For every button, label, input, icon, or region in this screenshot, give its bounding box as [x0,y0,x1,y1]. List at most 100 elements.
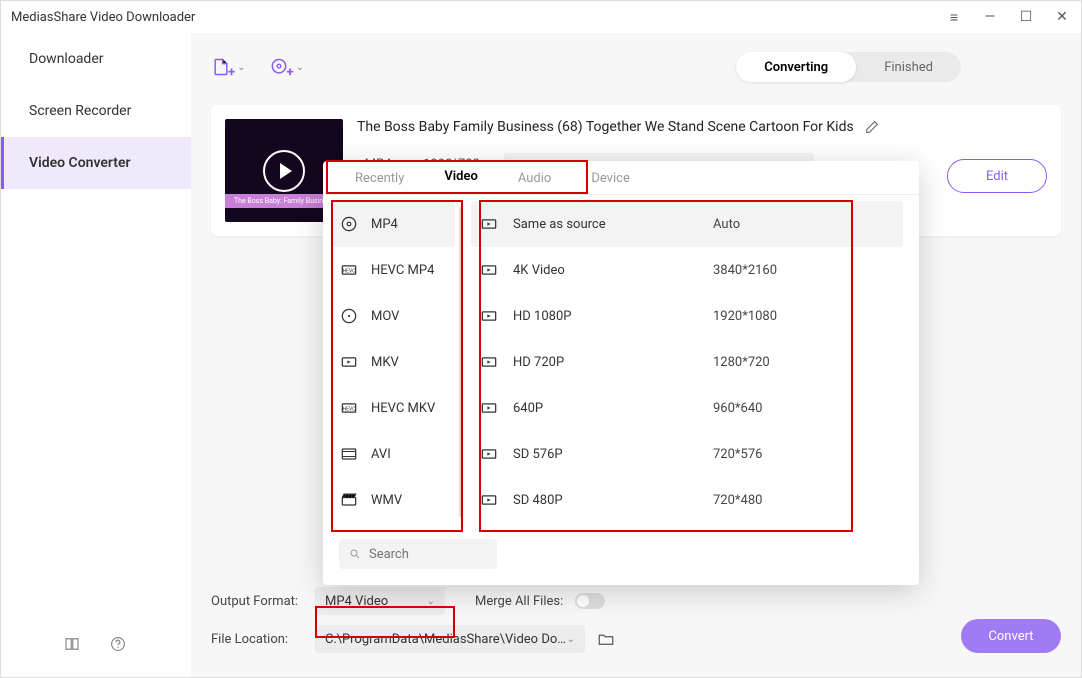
sidebar-item-video-converter[interactable]: Video Converter [1,137,191,189]
search-input[interactable] [369,547,487,562]
chevron-down-icon: ⌄ [237,62,245,73]
resolution-dim: Auto [713,217,740,232]
tab-finished[interactable]: Finished [856,52,961,82]
format-list: MP4 HEVC HEVC MP4 MOV MKV HEVCHEVC MKV AV… [323,195,463,529]
popup-tab-video[interactable]: Video [428,169,494,194]
footer: Output Format: MP4 Video ⌄ Merge All Fil… [211,587,1061,663]
convert-button[interactable]: Convert [961,619,1061,653]
format-item-mkv[interactable]: MKV [331,339,455,385]
popup-search[interactable] [339,539,497,569]
help-icon[interactable] [109,635,127,653]
format-label: WMV [371,493,402,508]
popup-tab-recently[interactable]: Recently [339,171,420,194]
tab-label: Audio [518,171,551,186]
resolution-item[interactable]: SD 576P720*576 [471,431,903,477]
format-item-wmv[interactable]: WMV [331,477,455,523]
popup-tab-device[interactable]: Device [575,171,646,194]
disc-icon [339,306,359,326]
add-url-button[interactable]: + ⌄ [269,55,303,80]
popup-body: MP4 HEVC HEVC MP4 MOV MKV HEVCHEVC MKV AV… [323,195,919,529]
resolution-dim: 720*576 [713,447,762,462]
close-icon[interactable]: ✕ [1053,9,1071,25]
resolution-item[interactable]: 4K Video3840*2160 [471,247,903,293]
format-label: HEVC MP4 [371,263,434,278]
resolution-name: HD 1080P [513,309,713,324]
rename-icon[interactable] [864,119,880,135]
popup-tabs: Recently Video Audio Device [323,161,919,195]
titlebar: MediasShare Video Downloader ≡ — ☐ ✕ [1,1,1081,33]
format-label: MOV [371,309,399,324]
resolution-item[interactable]: Same as sourceAuto [471,201,903,247]
resolution-name: Same as source [513,217,713,232]
edit-button[interactable]: Edit [947,159,1047,193]
video-icon [479,214,499,234]
tab-label: Converting [764,60,828,75]
tab-label: Recently [355,171,404,186]
resolution-name: 4K Video [513,263,713,278]
hevc-icon: HEVC [339,260,359,280]
format-item-avi[interactable]: AVI [331,431,455,477]
chevron-down-icon: ⌄ [296,62,304,73]
sidebar-item-label: Video Converter [29,155,131,171]
svg-text:HEVC: HEVC [343,407,357,413]
resolution-dim: 3840*2160 [713,263,777,278]
app-title: MediasShare Video Downloader [11,10,945,25]
resolution-item[interactable]: SD 480P720*480 [471,477,903,523]
resolution-dim: 720*480 [713,493,762,508]
resolution-dim: 960*640 [713,401,762,416]
format-item-hevc-mp4[interactable]: HEVC HEVC MP4 [331,247,455,293]
window-controls: ≡ — ☐ ✕ [945,9,1071,26]
resolution-item[interactable]: HD 720P1280*720 [471,339,903,385]
file-location-label: File Location: [211,632,303,647]
hevc-icon: HEVC [339,398,359,418]
tab-label: Device [591,171,630,186]
format-popup: Recently Video Audio Device MP4 HEVCHEVC… [323,161,919,585]
chevron-down-icon: ⌄ [427,596,435,607]
resolution-item[interactable]: 640P960*640 [471,385,903,431]
popup-tab-audio[interactable]: Audio [502,171,567,194]
book-icon[interactable] [63,635,81,653]
menu-icon[interactable]: ≡ [945,9,963,26]
resolution-name: SD 576P [513,447,713,462]
merge-toggle[interactable] [575,593,605,609]
add-file-button[interactable]: + ⌄ [211,55,245,80]
resolution-name: HD 720P [513,355,713,370]
resolution-name: 640P [513,401,713,416]
sidebar-item-screen-recorder[interactable]: Screen Recorder [1,85,191,137]
sidebar-item-label: Screen Recorder [29,103,131,119]
format-label: MKV [371,355,399,370]
format-item-hevc-mkv[interactable]: HEVCHEVC MKV [331,385,455,431]
tab-label: Video [444,169,478,184]
top-controls: + ⌄ + ⌄ Converting Finished [211,47,1061,87]
file-location-value: C:\ProgramData\MediasShare\Video Downloa [325,632,567,647]
resolution-name: SD 480P [513,493,713,508]
resolution-item[interactable]: HD 1080P1920*1080 [471,293,903,339]
maximize-icon[interactable]: ☐ [1017,9,1035,25]
disc-icon [339,214,359,234]
format-label: MP4 [371,217,398,232]
video-icon [479,306,499,326]
resolution-dim: 1280*720 [713,355,770,370]
sidebar-item-downloader[interactable]: Downloader [1,33,191,85]
video-title: The Boss Baby Family Business (68) Toget… [357,119,854,135]
output-format-label: Output Format: [211,594,303,609]
minimize-icon[interactable]: — [981,9,999,25]
format-label: AVI [371,447,391,462]
output-format-select[interactable]: MP4 Video ⌄ [315,587,445,615]
file-location-select[interactable]: C:\ProgramData\MediasShare\Video Downloa… [315,625,585,653]
video-icon [479,490,499,510]
open-folder-icon[interactable] [597,630,615,648]
format-item-mov[interactable]: MOV [331,293,455,339]
video-icon [479,398,499,418]
video-icon [479,352,499,372]
format-item-mp4[interactable]: MP4 [331,201,455,247]
tab-label: Finished [884,60,933,75]
video-title-row: The Boss Baby Family Business (68) Toget… [357,119,933,135]
bottom-left-icons [63,635,127,653]
chevron-down-icon: ⌄ [567,634,575,645]
tab-converting[interactable]: Converting [736,52,856,82]
status-tabs: Converting Finished [736,52,961,82]
resolution-dim: 1920*1080 [713,309,777,324]
svg-text:HEVC: HEVC [343,269,357,275]
video-icon [479,444,499,464]
